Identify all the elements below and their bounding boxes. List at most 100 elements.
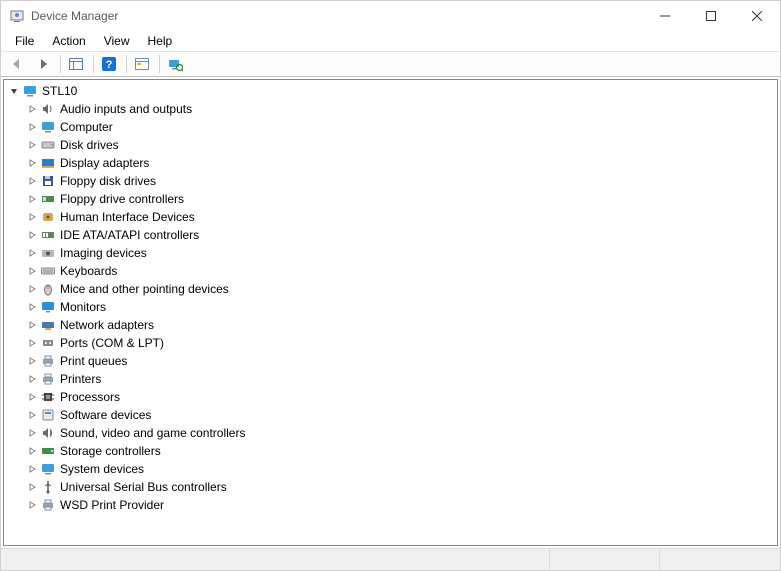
chevron-right-icon[interactable] xyxy=(26,481,38,493)
close-button[interactable] xyxy=(734,1,780,31)
monitor-icon xyxy=(40,299,56,315)
chevron-right-icon[interactable] xyxy=(26,463,38,475)
tree-node[interactable]: Printers xyxy=(4,370,777,388)
tree-node-label: Audio inputs and outputs xyxy=(60,102,192,116)
tree-node-label: Software devices xyxy=(60,408,151,422)
menu-view[interactable]: View xyxy=(96,32,138,50)
window-title: Device Manager xyxy=(31,9,118,23)
printer-icon xyxy=(40,497,56,513)
tree-node[interactable]: Mice and other pointing devices xyxy=(4,280,777,298)
show-hide-tree-button[interactable] xyxy=(64,53,88,75)
scan-hardware-button[interactable] xyxy=(163,53,187,75)
tree-root-label: STL10 xyxy=(42,84,77,98)
keyboard-icon xyxy=(40,263,56,279)
display-adapter-icon xyxy=(40,155,56,171)
window-controls xyxy=(642,1,780,31)
device-tree[interactable]: STL10 Audio inputs and outputs Computer Dis… xyxy=(3,79,778,546)
tree-node[interactable]: Floppy disk drives xyxy=(4,172,777,190)
forward-button[interactable] xyxy=(31,53,55,75)
titlebar: Device Manager xyxy=(1,1,780,31)
help-button[interactable]: ? xyxy=(97,53,121,75)
chevron-right-icon[interactable] xyxy=(26,301,38,313)
app-icon xyxy=(9,8,25,24)
chevron-right-icon[interactable] xyxy=(26,373,38,385)
printer-icon xyxy=(40,371,56,387)
tree-node[interactable]: Keyboards xyxy=(4,262,777,280)
tree-node[interactable]: Storage controllers xyxy=(4,442,777,460)
toolbar: ? xyxy=(1,51,780,77)
chevron-right-icon[interactable] xyxy=(26,445,38,457)
tree-node[interactable]: System devices xyxy=(4,460,777,478)
tree-node[interactable]: Display adapters xyxy=(4,154,777,172)
tree-node[interactable]: Sound, video and game controllers xyxy=(4,424,777,442)
tree-node-label: IDE ATA/ATAPI controllers xyxy=(60,228,199,242)
tree-node[interactable]: Monitors xyxy=(4,298,777,316)
chevron-right-icon[interactable] xyxy=(26,337,38,349)
tree-node[interactable]: Print queues xyxy=(4,352,777,370)
chevron-right-icon[interactable] xyxy=(26,283,38,295)
tree-node[interactable]: Processors xyxy=(4,388,777,406)
system-icon xyxy=(40,461,56,477)
back-button[interactable] xyxy=(5,53,29,75)
toolbar-separator xyxy=(93,55,94,73)
chevron-right-icon[interactable] xyxy=(26,265,38,277)
tree-node[interactable]: Computer xyxy=(4,118,777,136)
minimize-button[interactable] xyxy=(642,1,688,31)
floppy-icon xyxy=(40,173,56,189)
chevron-right-icon[interactable] xyxy=(26,427,38,439)
tree-node[interactable]: Audio inputs and outputs xyxy=(4,100,777,118)
chevron-right-icon[interactable] xyxy=(26,139,38,151)
tree-node[interactable]: Floppy drive controllers xyxy=(4,190,777,208)
floppy-controller-icon xyxy=(40,191,56,207)
chevron-right-icon[interactable] xyxy=(26,355,38,367)
tree-node-label: Sound, video and game controllers xyxy=(60,426,245,440)
chevron-right-icon[interactable] xyxy=(26,175,38,187)
chevron-right-icon[interactable] xyxy=(26,391,38,403)
tree-node[interactable]: Software devices xyxy=(4,406,777,424)
hid-icon xyxy=(40,209,56,225)
toolbar-separator xyxy=(159,55,160,73)
chevron-down-icon[interactable] xyxy=(8,85,20,97)
properties-button[interactable] xyxy=(130,53,154,75)
tree-node-label: Storage controllers xyxy=(60,444,161,458)
tree-node[interactable]: Disk drives xyxy=(4,136,777,154)
disk-icon xyxy=(40,137,56,153)
maximize-button[interactable] xyxy=(688,1,734,31)
tree-node[interactable]: Universal Serial Bus controllers xyxy=(4,478,777,496)
tree-node[interactable]: WSD Print Provider xyxy=(4,496,777,514)
tree-node[interactable]: Network adapters xyxy=(4,316,777,334)
tree-node-label: Keyboards xyxy=(60,264,117,278)
menu-file[interactable]: File xyxy=(7,32,42,50)
menu-help[interactable]: Help xyxy=(140,32,181,50)
processor-icon xyxy=(40,389,56,405)
tree-node-label: Disk drives xyxy=(60,138,119,152)
computer-icon xyxy=(40,119,56,135)
network-icon xyxy=(40,317,56,333)
chevron-right-icon[interactable] xyxy=(26,247,38,259)
chevron-right-icon[interactable] xyxy=(26,103,38,115)
status-cell xyxy=(550,549,660,570)
chevron-right-icon[interactable] xyxy=(26,229,38,241)
chevron-right-icon[interactable] xyxy=(26,193,38,205)
menu-action[interactable]: Action xyxy=(44,32,93,50)
software-icon xyxy=(40,407,56,423)
tree-node[interactable]: Imaging devices xyxy=(4,244,777,262)
imaging-icon xyxy=(40,245,56,261)
tree-node[interactable]: Human Interface Devices xyxy=(4,208,777,226)
tree-root-node[interactable]: STL10 xyxy=(4,82,777,100)
tree-node[interactable]: Ports (COM & LPT) xyxy=(4,334,777,352)
tree-node[interactable]: IDE ATA/ATAPI controllers xyxy=(4,226,777,244)
chevron-right-icon[interactable] xyxy=(26,499,38,511)
tree-node-label: Ports (COM & LPT) xyxy=(60,336,164,350)
chevron-right-icon[interactable] xyxy=(26,409,38,421)
chevron-right-icon[interactable] xyxy=(26,319,38,331)
toolbar-separator xyxy=(60,55,61,73)
tree-node-label: Printers xyxy=(60,372,101,386)
chevron-right-icon[interactable] xyxy=(26,121,38,133)
chevron-right-icon[interactable] xyxy=(26,157,38,169)
tree-node-label: WSD Print Provider xyxy=(60,498,164,512)
chevron-right-icon[interactable] xyxy=(26,211,38,223)
menubar: File Action View Help xyxy=(1,31,780,51)
tree-node-label: Floppy disk drives xyxy=(60,174,156,188)
tree-node-label: Computer xyxy=(60,120,113,134)
